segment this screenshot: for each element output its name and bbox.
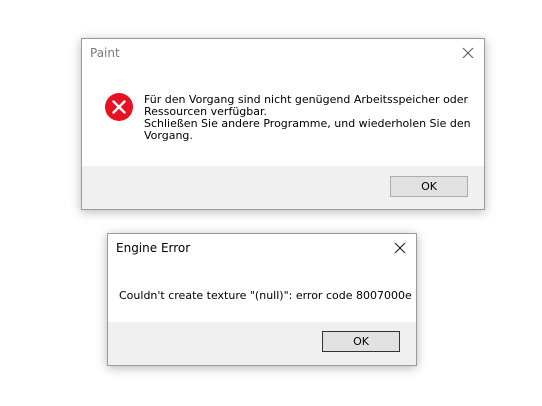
paint-dialog-footer: OK xyxy=(82,166,484,209)
paint-dialog-close-button[interactable] xyxy=(452,39,484,67)
engine-dialog-close-button[interactable] xyxy=(384,234,416,262)
engine-dialog-footer: OK xyxy=(108,322,416,365)
paint-dialog-message: Für den Vorgang sind nicht genügend Arbe… xyxy=(144,94,471,142)
paint-error-dialog: Paint Für den Vorgang sind nicht genügen… xyxy=(81,38,485,210)
engine-dialog-message: Couldn't create texture "(null)": error … xyxy=(119,289,412,302)
engine-error-dialog: Engine Error Couldn't create texture "(n… xyxy=(107,233,417,366)
engine-ok-button[interactable]: OK xyxy=(322,331,400,352)
message-line: Vorgang. xyxy=(144,129,193,142)
close-icon xyxy=(394,242,406,254)
paint-dialog-title: Paint xyxy=(90,46,120,60)
engine-dialog-titlebar[interactable]: Engine Error xyxy=(108,234,416,262)
close-icon xyxy=(462,47,474,59)
engine-dialog-title: Engine Error xyxy=(116,241,191,255)
paint-dialog-titlebar[interactable]: Paint xyxy=(82,39,484,67)
error-icon xyxy=(105,93,133,121)
paint-ok-button[interactable]: OK xyxy=(390,176,468,197)
